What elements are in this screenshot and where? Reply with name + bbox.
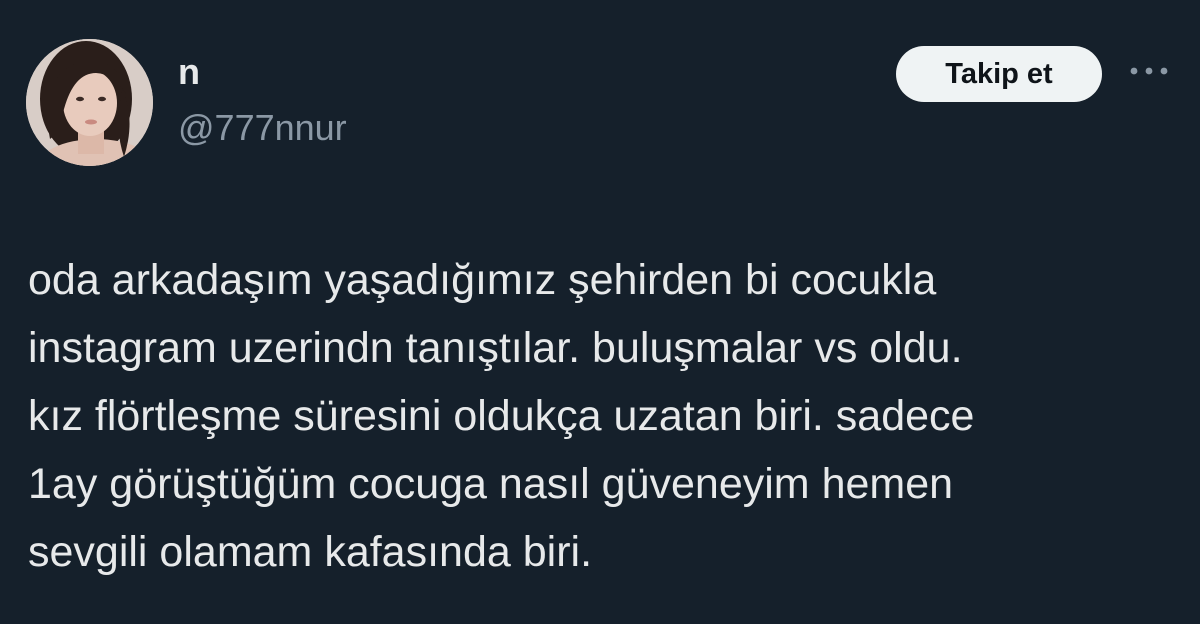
user-handle[interactable]: @777nnur	[178, 108, 347, 148]
display-name[interactable]: n	[178, 52, 200, 92]
avatar-image	[26, 39, 153, 166]
tweet-card: n @777nnur Takip et oda arkadaşım yaşadı…	[0, 0, 1200, 624]
more-horizontal-icon[interactable]	[1127, 58, 1171, 84]
follow-button[interactable]: Takip et	[896, 46, 1102, 102]
tweet-text: oda arkadaşım yaşadığımız şehirden bi co…	[28, 256, 975, 576]
avatar[interactable]	[26, 39, 153, 166]
